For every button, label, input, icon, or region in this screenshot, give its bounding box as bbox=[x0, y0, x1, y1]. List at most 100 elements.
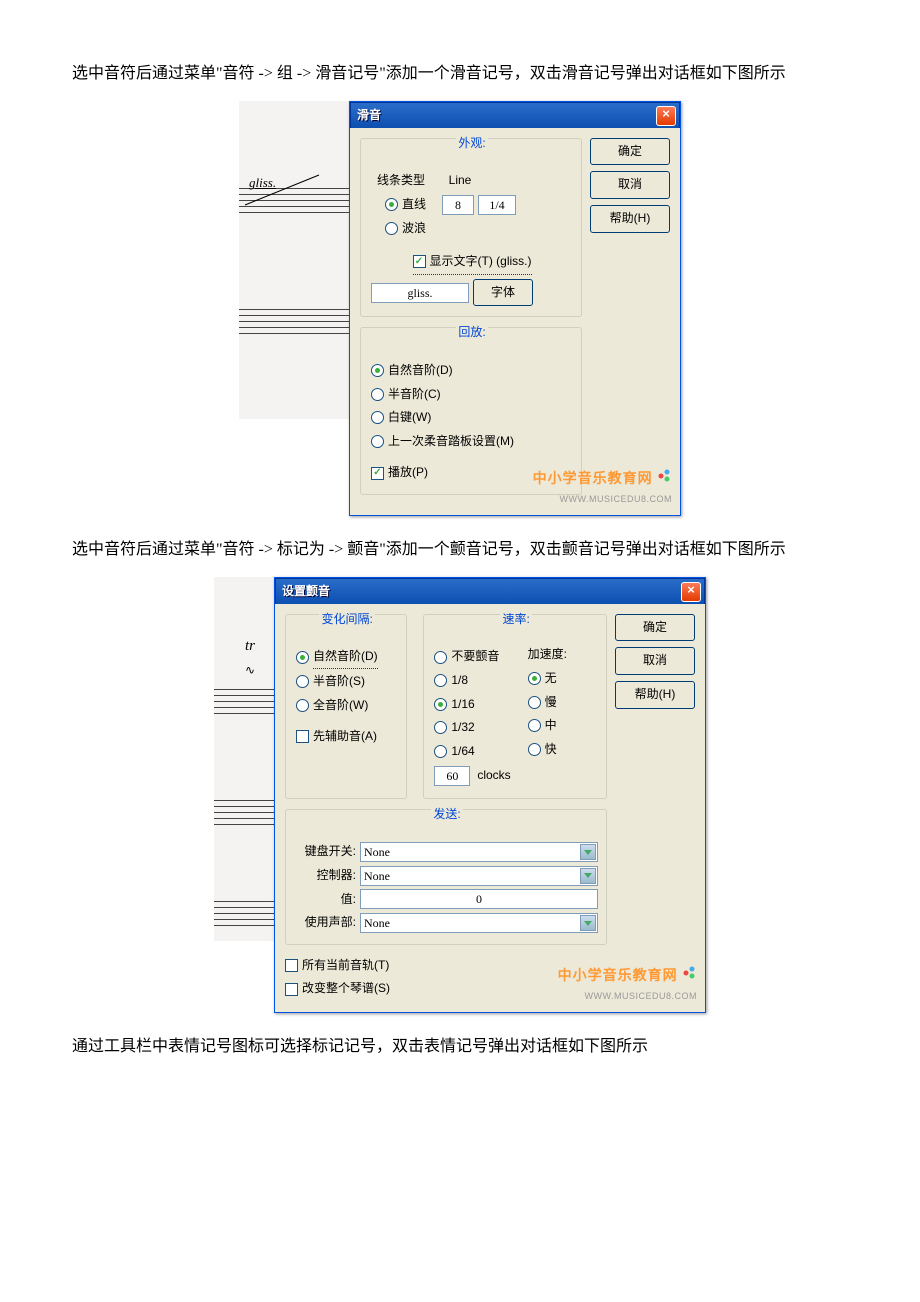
group-title-playback: 回放: bbox=[456, 322, 487, 344]
staff-preview: gliss. bbox=[239, 101, 349, 419]
kbswitch-combo[interactable]: None bbox=[360, 842, 598, 862]
controller-label: 控制器: bbox=[296, 865, 356, 887]
paragraph-3: 通过工具栏中表情记号图标可选择标记记号，双击表情记号弹出对话框如下图所示 bbox=[40, 1033, 880, 1062]
dialog-title: 滑音 bbox=[357, 105, 381, 127]
radio-1-16[interactable] bbox=[434, 698, 447, 711]
radio-natural-label: 自然音阶(D) bbox=[388, 360, 453, 382]
dropdown-arrow-icon bbox=[580, 915, 596, 931]
radio-natural-label: 自然音阶(D) bbox=[313, 646, 378, 669]
radio-whole-interval[interactable] bbox=[296, 699, 309, 712]
controller-combo[interactable]: None bbox=[360, 866, 598, 886]
font-button[interactable]: 字体 bbox=[473, 279, 533, 307]
accel-fast-label: 快 bbox=[545, 739, 557, 761]
playback-group: 回放: 自然音阶(D) 半音阶(C) 白键(W) 上一次柔音踏板设置(M) 播放… bbox=[360, 327, 582, 495]
checkbox-play[interactable] bbox=[371, 467, 384, 480]
radio-accel-slow[interactable] bbox=[528, 696, 541, 709]
play-label: 播放(P) bbox=[388, 462, 428, 484]
text-input-gliss[interactable]: gliss. bbox=[371, 283, 469, 303]
whole-score-label: 改变整个琴谱(S) bbox=[302, 978, 390, 1000]
radio-wave[interactable] bbox=[385, 222, 398, 235]
radio-1-64[interactable] bbox=[434, 745, 447, 758]
radio-half-label: 半音阶(S) bbox=[313, 671, 365, 693]
accel-label: 加速度: bbox=[528, 644, 567, 666]
radio-natural-interval[interactable] bbox=[296, 651, 309, 664]
radio-accel-fast[interactable] bbox=[528, 743, 541, 756]
cancel-button[interactable]: 取消 bbox=[615, 647, 695, 675]
dialog-titlebar[interactable]: 设置颤音 × bbox=[275, 578, 705, 604]
radio-1-8[interactable] bbox=[434, 674, 447, 687]
kbswitch-label: 键盘开关: bbox=[296, 841, 356, 863]
glissando-dialog: 滑音 × 外观: 线条类型 Line 直线 bbox=[349, 101, 681, 516]
radio-white-label: 白键(W) bbox=[388, 407, 431, 429]
radio-straight-label: 直线 bbox=[402, 194, 426, 216]
screenshot-1: gliss. 滑音 × 外观: bbox=[40, 101, 880, 516]
clocks-label: clocks bbox=[474, 764, 513, 788]
no-trill-label: 不要颤音 bbox=[451, 646, 499, 668]
interval-group: 变化间隔: 自然音阶(D) 半音阶(S) 全音阶(W) 先辅助音(A) bbox=[285, 614, 407, 799]
line-header: Line bbox=[435, 170, 485, 192]
checkbox-whole-score[interactable] bbox=[285, 983, 298, 996]
dialog-titlebar[interactable]: 滑音 × bbox=[350, 102, 680, 128]
value-input[interactable]: 0 bbox=[360, 889, 598, 909]
show-text-row: 显示文字(T) (gliss.) bbox=[413, 251, 532, 275]
paragraph-1: 选中音符后通过菜单"音符 -> 组 -> 滑音记号"添加一个滑音记号，双击滑音记… bbox=[40, 60, 880, 89]
rate-1-32-label: 1/32 bbox=[451, 717, 474, 739]
show-text-label: 显示文字(T) (gliss.) bbox=[430, 251, 532, 273]
accel-none-label: 无 bbox=[545, 668, 557, 690]
help-button[interactable]: 帮助(H) bbox=[590, 205, 670, 233]
dropdown-arrow-icon bbox=[580, 844, 596, 860]
group-title-appearance: 外观: bbox=[456, 133, 487, 155]
close-button[interactable]: × bbox=[681, 582, 701, 602]
trill-dialog: 设置颤音 × 变化间隔: 自然音阶(D) 半音阶(S) 全音阶(W) 先辅助音(… bbox=[274, 577, 706, 1013]
ok-button[interactable]: 确定 bbox=[590, 138, 670, 166]
gliss-line-icon bbox=[239, 165, 349, 215]
accel-mid-label: 中 bbox=[545, 715, 557, 737]
radio-soft-pedal[interactable] bbox=[371, 435, 384, 448]
staff-preview-2: tr ∿ bbox=[214, 577, 274, 941]
radio-chromatic[interactable] bbox=[371, 388, 384, 401]
line-type-label: 线条类型 bbox=[371, 170, 431, 192]
paragraph-2: 选中音符后通过菜单"音符 -> 标记为 -> 颤音"添加一个颤音记号，双击颤音记… bbox=[40, 536, 880, 565]
cancel-button[interactable]: 取消 bbox=[590, 171, 670, 199]
dropdown-arrow-icon bbox=[580, 868, 596, 884]
help-button[interactable]: 帮助(H) bbox=[615, 681, 695, 709]
dialog-title: 设置颤音 bbox=[282, 581, 330, 603]
checkbox-aux[interactable] bbox=[296, 730, 309, 743]
accel-slow-label: 慢 bbox=[545, 692, 557, 714]
close-button[interactable]: × bbox=[656, 106, 676, 126]
radio-white-keys[interactable] bbox=[371, 411, 384, 424]
value-label: 值: bbox=[296, 889, 356, 911]
radio-accel-mid[interactable] bbox=[528, 719, 541, 732]
rate-1-16-label: 1/16 bbox=[451, 694, 474, 716]
rate-1-8-label: 1/8 bbox=[451, 670, 468, 692]
trill-wave-icon: ∿ bbox=[226, 660, 274, 682]
group-title-rate: 速率: bbox=[500, 609, 531, 631]
checkbox-show-text[interactable] bbox=[413, 255, 426, 268]
radio-chromatic-label: 半音阶(C) bbox=[388, 384, 441, 406]
radio-half-interval[interactable] bbox=[296, 675, 309, 688]
group-title-send: 发送: bbox=[431, 804, 462, 826]
all-tracks-label: 所有当前音轨(T) bbox=[302, 955, 389, 977]
voice-combo[interactable]: None bbox=[360, 913, 598, 933]
clocks-input[interactable]: 60 bbox=[434, 766, 470, 786]
voice-label: 使用声部: bbox=[296, 912, 356, 934]
appearance-group: 外观: 线条类型 Line 直线 8 1/4 bbox=[360, 138, 582, 318]
screenshot-2: tr ∿ 设置颤音 × 变化间隔: bbox=[40, 577, 880, 1013]
radio-accel-none[interactable] bbox=[528, 672, 541, 685]
radio-no-trill[interactable] bbox=[434, 651, 447, 664]
trill-symbol: tr bbox=[226, 633, 274, 660]
line-val-a[interactable]: 8 bbox=[442, 195, 474, 215]
radio-straight[interactable] bbox=[385, 198, 398, 211]
aux-label: 先辅助音(A) bbox=[313, 726, 377, 748]
radio-natural-scale[interactable] bbox=[371, 364, 384, 377]
rate-1-64-label: 1/64 bbox=[451, 741, 474, 763]
rate-group: 速率: 不要颤音 1/8 1/16 1/32 1/64 60clocks bbox=[423, 614, 607, 799]
send-group: 发送: 键盘开关: None 控制器: None 值: 0 使用声部: None bbox=[285, 809, 607, 945]
radio-whole-label: 全音阶(W) bbox=[313, 695, 368, 717]
line-val-b[interactable]: 1/4 bbox=[478, 195, 516, 215]
group-title-interval: 变化间隔: bbox=[319, 609, 374, 631]
checkbox-all-tracks[interactable] bbox=[285, 959, 298, 972]
radio-1-32[interactable] bbox=[434, 721, 447, 734]
ok-button[interactable]: 确定 bbox=[615, 614, 695, 642]
radio-wave-label: 波浪 bbox=[402, 218, 426, 240]
